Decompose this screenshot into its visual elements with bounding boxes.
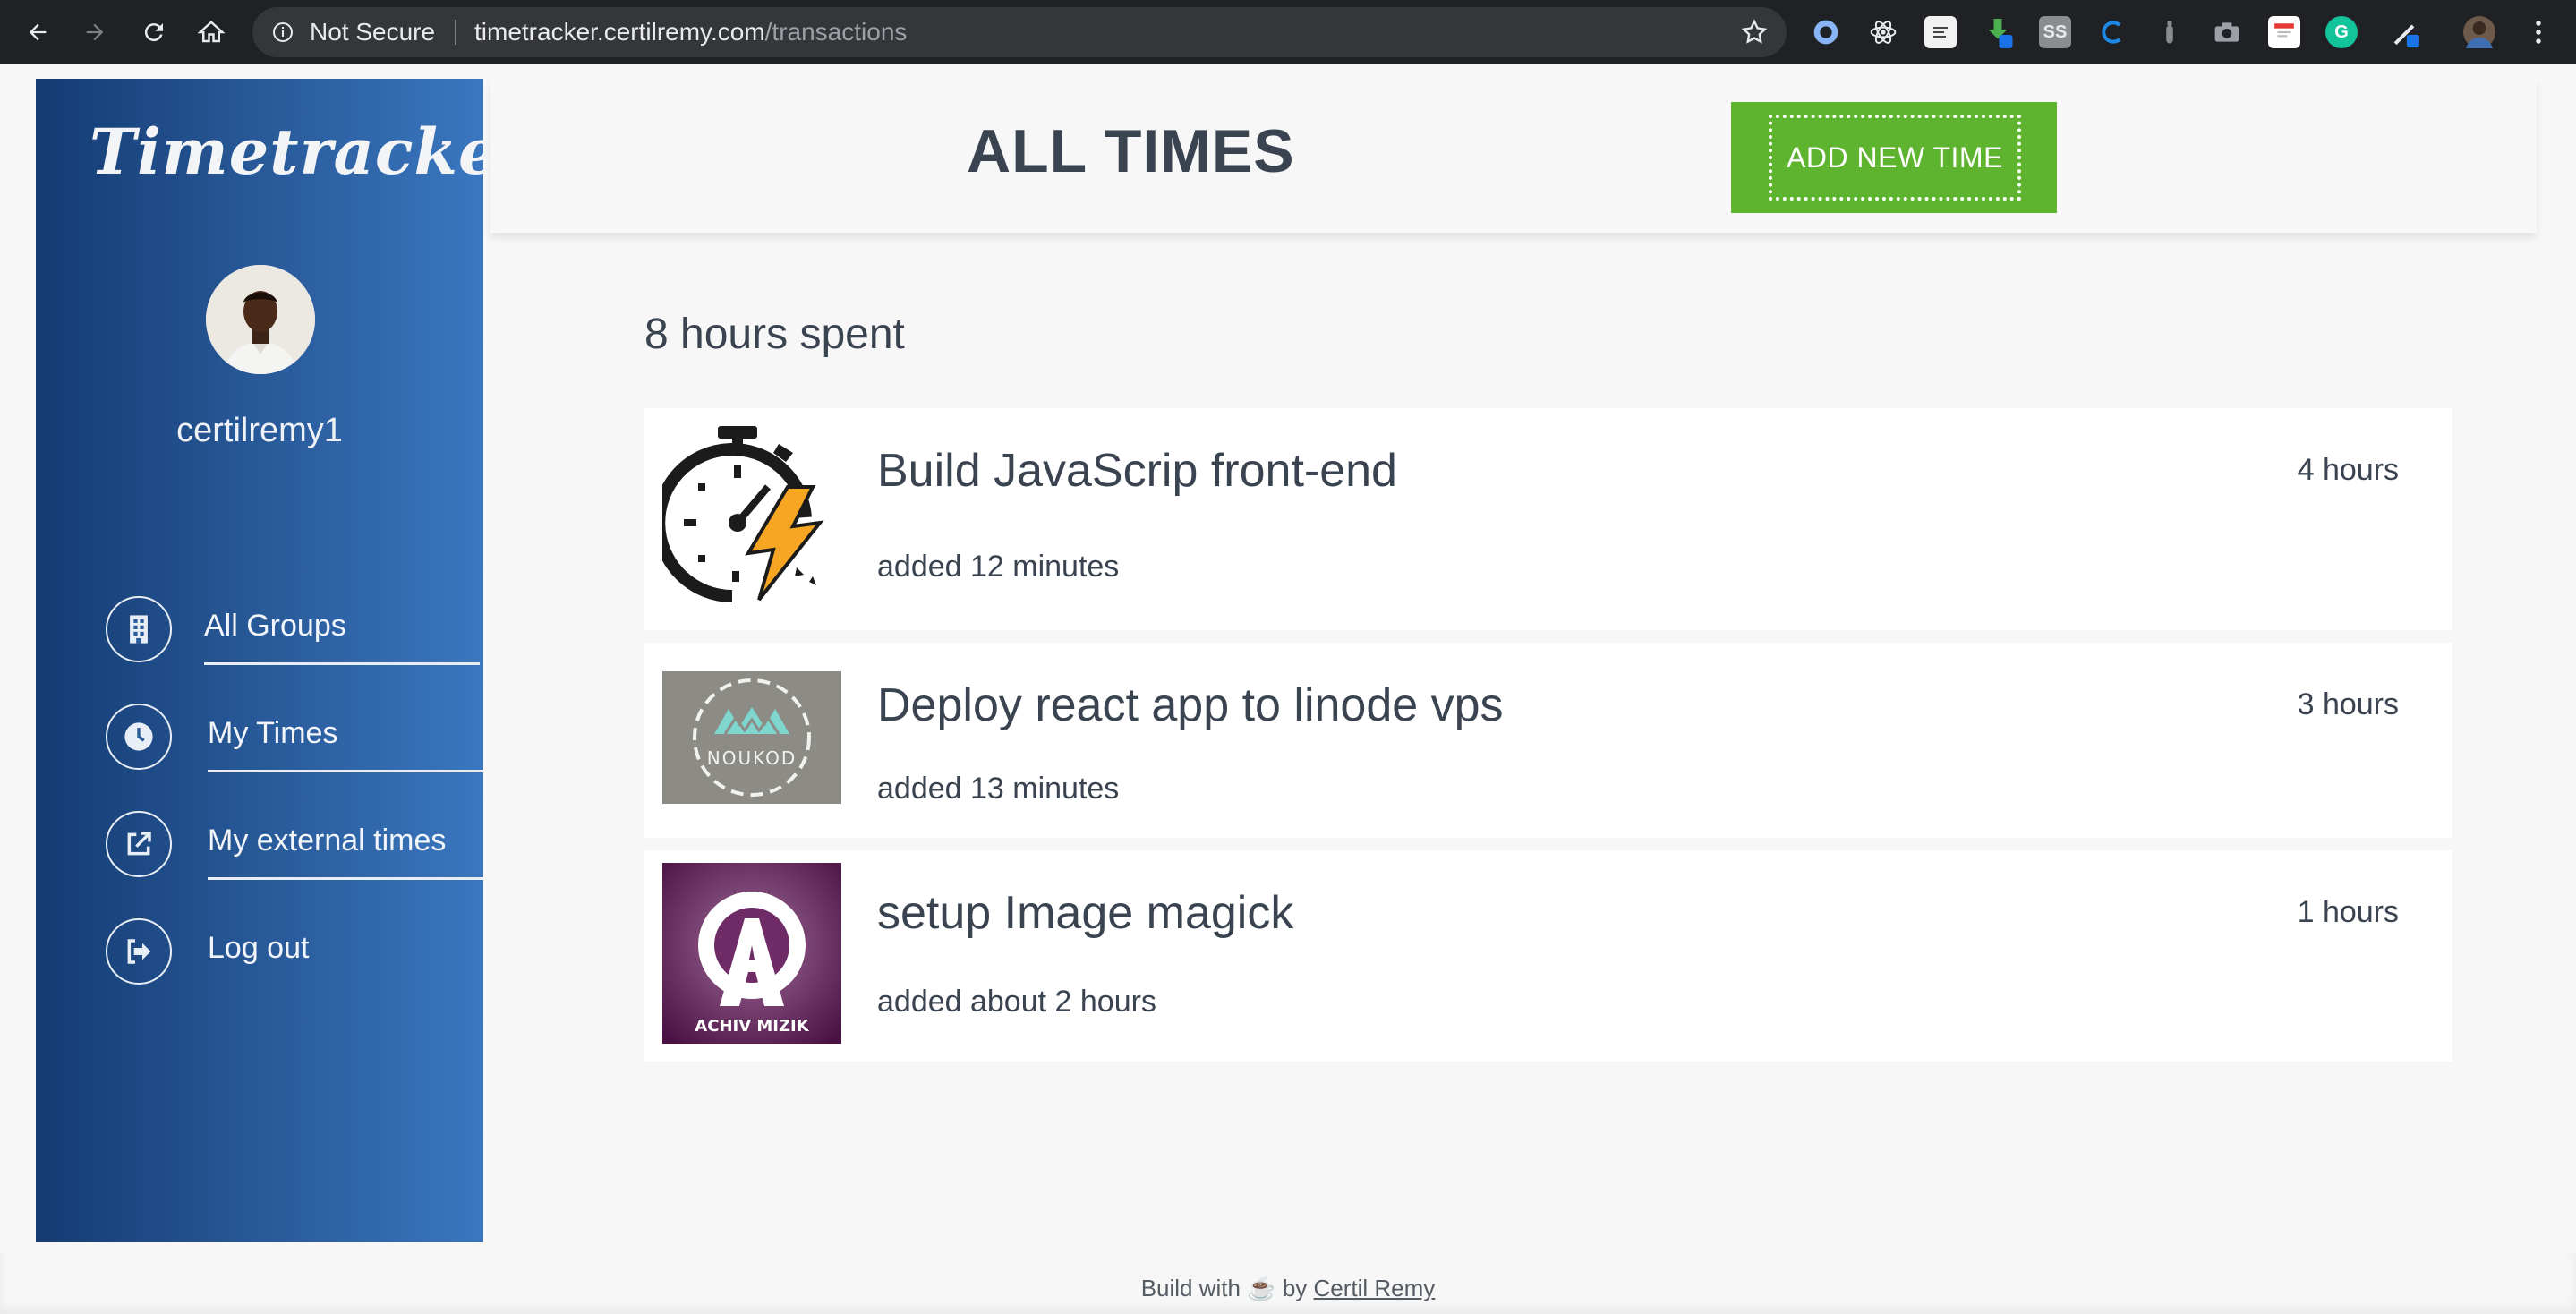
coffee-icon: ☕ (1247, 1275, 1276, 1301)
url-path: /transactions (764, 18, 908, 46)
achiv-mizik-logo: ACHIV MIZIK (662, 863, 841, 1044)
achiv-mizik-logo-text: ACHIV MIZIK (695, 1017, 809, 1036)
reload-button[interactable] (134, 13, 174, 52)
url-text[interactable]: timetracker.certilremy.com/transactions (474, 7, 907, 57)
entry-title: Deploy react app to linode vps (877, 679, 1504, 731)
sidebar-item-label: My external times (208, 823, 447, 858)
chrome-menu-icon[interactable] (2522, 16, 2555, 48)
stopwatch-lightning-icon (662, 424, 841, 612)
add-new-time-button[interactable]: ADD NEW TIME (1731, 102, 2057, 213)
notes-extension-icon[interactable] (1924, 16, 1957, 48)
entry-title: setup Image magick (877, 887, 1294, 939)
footer-prefix: Build with (1140, 1275, 1241, 1301)
sidebar-item-all-groups[interactable]: All Groups (106, 596, 483, 668)
profile-avatar-icon[interactable] (2463, 16, 2495, 48)
footer-credit: Build with ☕ by Certil Remy (0, 1275, 2576, 1302)
forward-button[interactable] (75, 13, 115, 52)
noukod-logo-text: NOUKOD (707, 747, 798, 769)
grammarly-icon[interactable]: G (2325, 16, 2358, 48)
username: certilremy1 (176, 412, 343, 449)
entry-added-time: added 12 minutes (877, 550, 1120, 584)
security-label: Not Secure (310, 18, 436, 46)
entry-hours: 4 hours (2297, 453, 2399, 487)
author-link[interactable]: Certil Remy (1314, 1275, 1436, 1301)
home-button[interactable] (192, 13, 231, 52)
entry-added-time: added about 2 hours (877, 985, 1156, 1019)
entry-hours: 1 hours (2297, 895, 2399, 929)
clock-icon (106, 704, 172, 770)
sidebar: Timetracker certilremy1 All Groups My Ti… (36, 79, 532, 1242)
reload-icon (144, 23, 163, 42)
entry-added-time: added 13 minutes (877, 772, 1120, 806)
url-host: timetracker.certilremy.com (474, 18, 765, 46)
add-new-time-label: ADD NEW TIME (1769, 115, 2021, 201)
nav-underline (208, 770, 483, 772)
time-entry-card[interactable]: ACHIV MIZIK setup Image magick added abo… (644, 850, 2452, 1062)
forward-arrow-icon (86, 23, 104, 41)
page-footer: Build with ☕ by Certil Remy (0, 1253, 2576, 1314)
external-link-icon (106, 811, 172, 877)
camera-extension-icon[interactable] (2211, 16, 2243, 48)
download-extension-icon[interactable] (1982, 16, 2014, 48)
sidebar-item-log-out[interactable]: Log out (106, 918, 483, 990)
brand-logo[interactable]: Timetracker (90, 115, 533, 189)
page-title: ALL TIMES (967, 117, 1295, 185)
browser-toolbar: Not Secure timetracker.certilremy.com/tr… (0, 0, 2576, 64)
page-header: ALL TIMES ADD NEW TIME (490, 79, 2537, 233)
ss-extension-icon[interactable]: SS (2039, 16, 2071, 48)
sidebar-item-label: Log out (208, 931, 310, 965)
c-extension-icon[interactable] (2096, 16, 2128, 48)
home-icon (198, 21, 225, 43)
nav-underline (208, 877, 483, 880)
sidebar-item-label: All Groups (204, 609, 346, 643)
time-entry-card[interactable]: Build JavaScrip front-end added 12 minut… (644, 408, 2452, 630)
back-button[interactable] (18, 13, 57, 52)
user-avatar (206, 265, 315, 374)
calendar-extension-icon[interactable] (2268, 16, 2300, 48)
bookmark-star-icon[interactable] (1740, 18, 1769, 47)
footer-by: by (1282, 1275, 1308, 1301)
building-icon (106, 596, 172, 662)
sidebar-item-my-external-times[interactable]: My external times (106, 811, 483, 883)
address-bar[interactable]: Not Secure timetracker.certilremy.com/tr… (252, 7, 1787, 57)
extension-circle-icon[interactable] (1810, 16, 1842, 48)
noukod-logo: NOUKOD (662, 671, 841, 804)
nav-underline (204, 662, 480, 665)
info-icon[interactable] (272, 21, 294, 43)
sidebar-item-my-times[interactable]: My Times (106, 704, 483, 775)
omnibox-divider (455, 20, 456, 45)
react-devtools-icon[interactable] (1867, 16, 1899, 48)
back-arrow-icon (29, 23, 47, 41)
pen-extension-icon[interactable] (2388, 16, 2420, 48)
hours-summary: 8 hours spent (644, 311, 905, 358)
sign-out-icon (106, 918, 172, 985)
sidebar-item-label: My Times (208, 716, 338, 750)
time-entry-card[interactable]: NOUKOD Deploy react app to linode vps ad… (644, 643, 2452, 838)
entry-hours: 3 hours (2297, 687, 2399, 721)
bottle-extension-icon[interactable] (2154, 16, 2186, 48)
entry-title: Build JavaScrip front-end (877, 445, 1397, 497)
